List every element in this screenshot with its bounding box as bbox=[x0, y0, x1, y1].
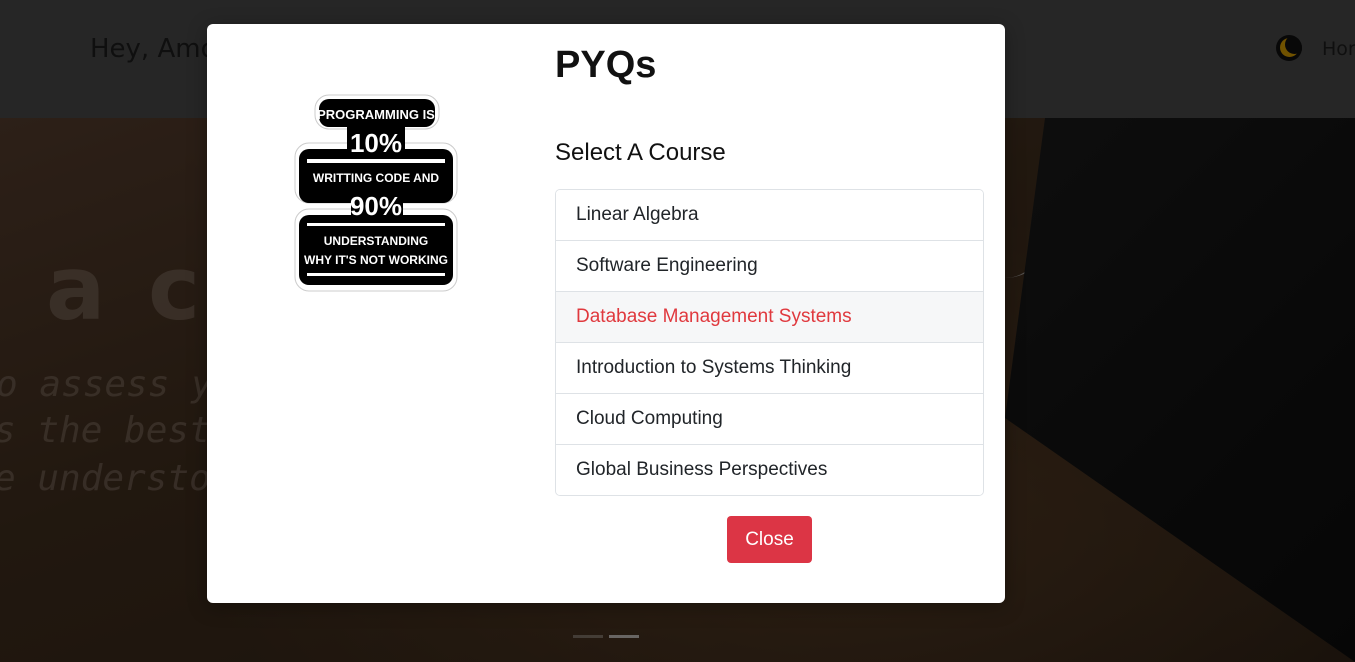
course-list: Linear Algebra Software Engineering Data… bbox=[555, 189, 984, 496]
course-item-database-management-systems[interactable]: Database Management Systems bbox=[556, 292, 983, 343]
close-button[interactable]: Close bbox=[727, 516, 812, 563]
sticker-line-6: WHY IT'S NOT WORKING bbox=[304, 253, 448, 267]
pyqs-modal: PROGRAMMING IS 10% WRITTING CODE AND 90%… bbox=[207, 24, 1005, 603]
course-item-linear-algebra[interactable]: Linear Algebra bbox=[556, 190, 983, 241]
select-course-label: Select A Course bbox=[555, 139, 726, 166]
sticker-line-5: UNDERSTANDING bbox=[324, 234, 428, 248]
sticker-line-1: PROGRAMMING IS bbox=[317, 107, 435, 122]
course-item-global-business[interactable]: Global Business Perspectives bbox=[556, 445, 983, 495]
course-item-cloud-computing[interactable]: Cloud Computing bbox=[556, 394, 983, 445]
sticker-line-4: 90% bbox=[350, 191, 402, 221]
programming-sticker-image: PROGRAMMING IS 10% WRITTING CODE AND 90%… bbox=[294, 94, 458, 292]
sticker-line-2: 10% bbox=[350, 128, 402, 158]
modal-title: PYQs bbox=[555, 44, 657, 86]
course-item-software-engineering[interactable]: Software Engineering bbox=[556, 241, 983, 292]
sticker-line-3: WRITTING CODE AND bbox=[313, 171, 440, 185]
course-item-systems-thinking[interactable]: Introduction to Systems Thinking bbox=[556, 343, 983, 394]
